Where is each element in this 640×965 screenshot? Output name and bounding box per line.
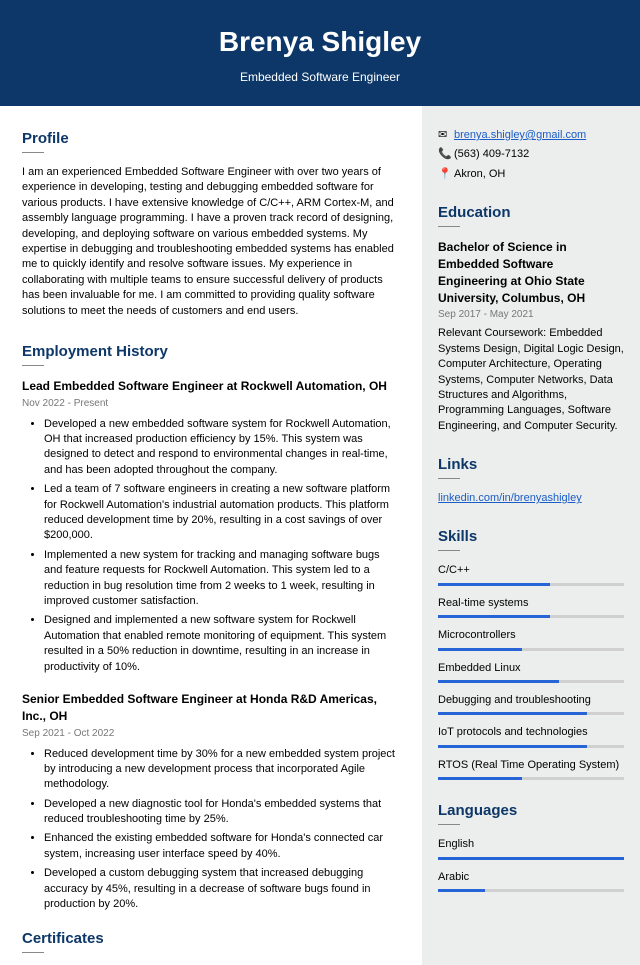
skill-name: Debugging and troubleshooting [438,693,624,708]
skill-item: RTOS (Real Time Operating System) [438,758,624,780]
job-bullet: Developed a new diagnostic tool for Hond… [44,797,400,828]
location-text: Akron, OH [454,167,505,182]
job-title: Senior Embedded Software Engineer at Hon… [22,691,400,725]
skill-bar [438,648,624,651]
skill-name: IoT protocols and technologies [438,725,624,740]
employment-title: Employment History [22,341,400,362]
languages-title: Languages [438,800,624,821]
language-item: Arabic [438,870,624,892]
job-dates: Nov 2022 - Present [22,397,400,411]
divider [22,365,44,366]
profile-title: Profile [22,128,400,149]
person-role: Embedded Software Engineer [0,69,640,86]
contact-block: ✉ brenya.shigley@gmail.com 📞 (563) 409-7… [438,128,624,182]
degree-title: Bachelor of Science in Embedded Software… [438,239,624,306]
skill-bar [438,745,624,748]
degree-dates: Sep 2017 - May 2021 [438,308,624,322]
phone-text: (563) 409-7132 [454,147,529,162]
skill-name: Real-time systems [438,596,624,611]
person-name: Brenya Shigley [0,22,640,61]
job-dates: Sep 2021 - Oct 2022 [22,727,400,741]
skill-item: Real-time systems [438,596,624,618]
job-bullet: Developed a custom debugging system that… [44,866,400,912]
job-title: Lead Embedded Software Engineer at Rockw… [22,378,400,395]
resume-header: Brenya Shigley Embedded Software Enginee… [0,0,640,106]
profile-text: I am an experienced Embedded Software En… [22,165,400,319]
links-title: Links [438,454,624,475]
language-name: English [438,837,624,852]
job-entry: Lead Embedded Software Engineer at Rockw… [22,378,400,675]
job-bullet: Reduced development time by 30% for a ne… [44,747,400,793]
language-item: English [438,837,624,859]
language-bar [438,889,624,892]
skill-bar [438,583,624,586]
linkedin-link[interactable]: linkedin.com/in/brenyashigley [438,491,624,506]
sidebar-column: ✉ brenya.shigley@gmail.com 📞 (563) 409-7… [422,106,640,965]
skill-item: Debugging and troubleshooting [438,693,624,715]
phone-icon: 📞 [438,147,454,162]
job-bullet: Developed a new embedded software system… [44,417,400,479]
skill-name: Embedded Linux [438,661,624,676]
education-title: Education [438,202,624,223]
job-bullet: Led a team of 7 software engineers in cr… [44,482,400,544]
skill-item: Embedded Linux [438,661,624,683]
divider [22,952,44,953]
email-icon: ✉ [438,128,454,143]
language-name: Arabic [438,870,624,885]
skill-name: C/C++ [438,563,624,578]
divider [438,550,460,551]
job-bullet: Implemented a new system for tracking an… [44,548,400,610]
skill-bar [438,680,624,683]
skill-name: RTOS (Real Time Operating System) [438,758,624,773]
skill-bar [438,712,624,715]
language-bar [438,857,624,860]
skill-bar [438,615,624,618]
email-link[interactable]: brenya.shigley@gmail.com [454,128,586,143]
divider [438,478,460,479]
skills-title: Skills [438,526,624,547]
skill-item: Microcontrollers [438,628,624,650]
skill-item: IoT protocols and technologies [438,725,624,747]
certificates-title: Certificates [22,928,400,949]
skill-name: Microcontrollers [438,628,624,643]
location-icon: 📍 [438,167,454,182]
divider [22,152,44,153]
degree-text: Relevant Coursework: Embedded Systems De… [438,326,624,434]
job-bullet: Designed and implemented a new software … [44,613,400,675]
job-entry: Senior Embedded Software Engineer at Hon… [22,691,400,913]
divider [438,824,460,825]
main-column: Profile I am an experienced Embedded Sof… [0,106,422,965]
skill-bar [438,777,624,780]
divider [438,226,460,227]
job-bullet: Enhanced the existing embedded software … [44,831,400,862]
skill-item: C/C++ [438,563,624,585]
